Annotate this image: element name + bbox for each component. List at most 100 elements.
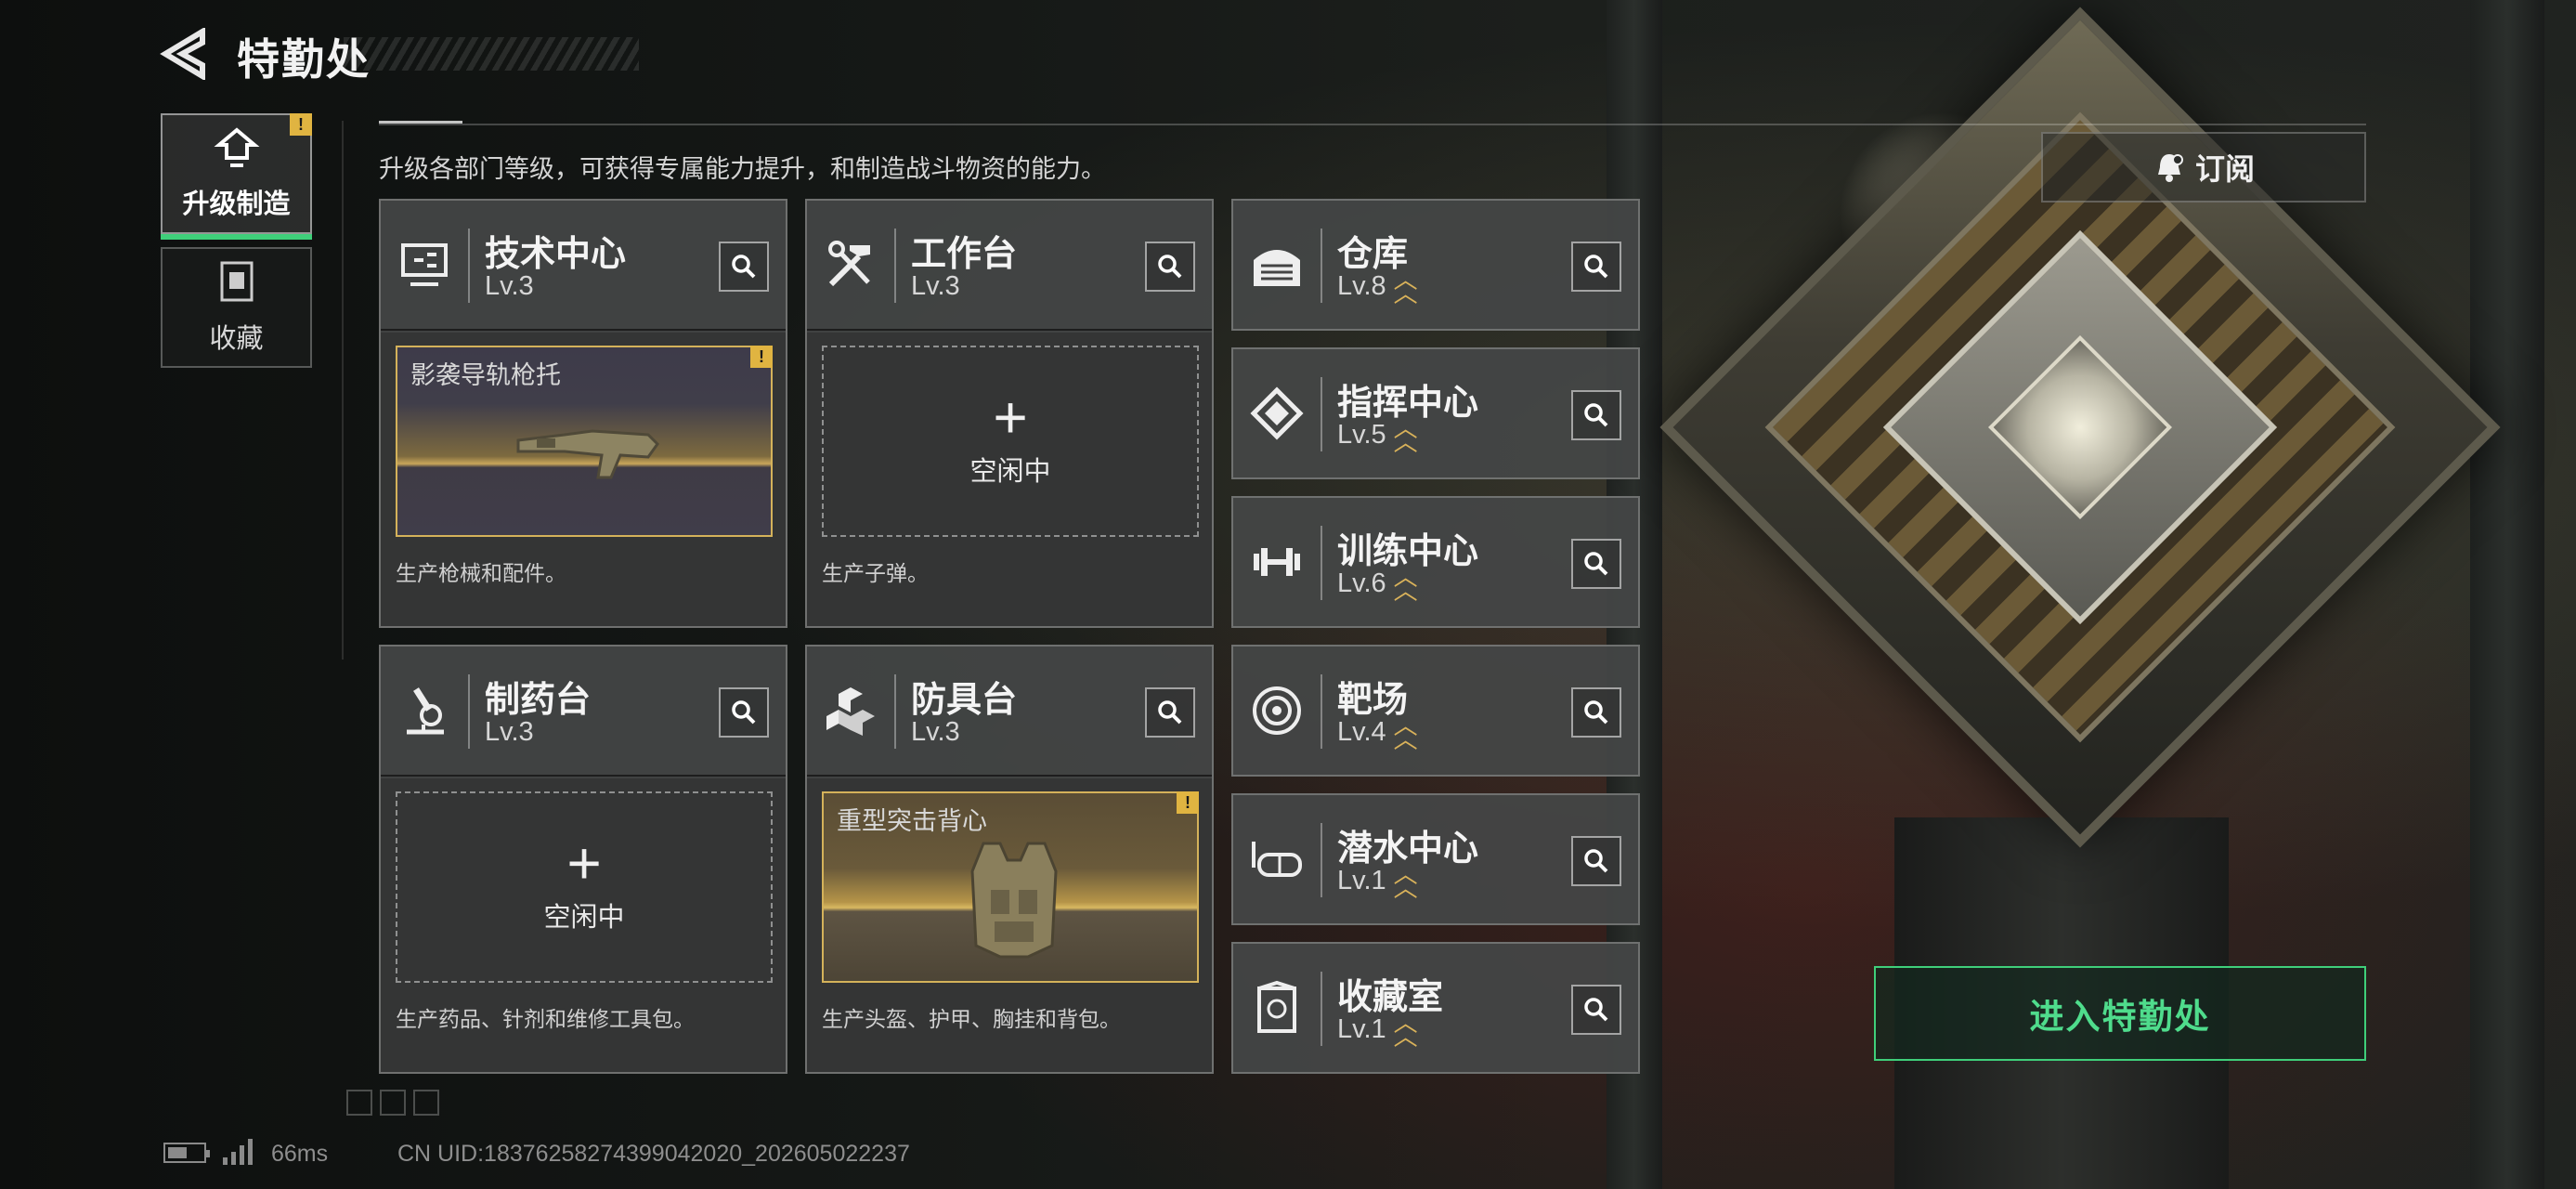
facility-card-pharmacy[interactable]: 制药台 Lv.3 + 空闲中 生产药品、针剂和维修工具包。 bbox=[379, 645, 787, 1074]
nav-upgrade-craft[interactable]: 升级制造 ! bbox=[161, 113, 312, 240]
facility-description: 生产头盔、护甲、胸挂和背包。 bbox=[822, 1007, 1121, 1031]
chip-icon bbox=[1250, 386, 1304, 440]
tactical-vest-icon bbox=[970, 842, 1058, 959]
inspect-button[interactable] bbox=[1145, 687, 1195, 738]
facility-level: Lv.8 ︿ ︿ bbox=[1337, 266, 1418, 307]
user-uid: CN UID:1837625827439904202​0_20260502223… bbox=[397, 1141, 910, 1167]
search-icon bbox=[1584, 998, 1608, 1022]
add-icon: + bbox=[993, 384, 1028, 451]
battery-icon bbox=[163, 1143, 210, 1163]
facility-name: 制药台 bbox=[485, 681, 592, 720]
facility-level: Lv.5 ︿ ︿ bbox=[1337, 414, 1418, 456]
facility-name: 技术中心 bbox=[485, 235, 627, 274]
facility-level: Lv.4 ︿ ︿ bbox=[1337, 712, 1418, 753]
target-icon bbox=[1253, 686, 1301, 735]
facility-card-range[interactable]: 靶场 Lv.4 ︿ ︿ bbox=[1231, 645, 1640, 777]
search-icon bbox=[1158, 700, 1182, 725]
facility-level: Lv.1 ︿ ︿ bbox=[1337, 1009, 1418, 1051]
production-slot-area: 影袭导轨枪托 ! 生产枪械和配件。 bbox=[381, 333, 786, 626]
production-slot-empty[interactable]: + 空闲中 bbox=[396, 791, 773, 983]
nav-collection[interactable]: 收藏 bbox=[161, 247, 312, 368]
search-icon bbox=[1584, 255, 1608, 279]
slot-idle-label: 空闲中 bbox=[969, 456, 1051, 487]
upgrade-available-icon: ︿ ︿ bbox=[1393, 266, 1418, 307]
facility-level: Lv.3 bbox=[911, 717, 960, 747]
production-slot-area: 重型突击背心 ! 生产头盔、护甲、胸挂和背包。 bbox=[807, 778, 1212, 1072]
back-arrow-icon[interactable] bbox=[160, 28, 208, 80]
slot-alert-badge: ! bbox=[1177, 791, 1199, 814]
trophy-case-icon bbox=[1257, 980, 1296, 1033]
production-slot-item[interactable]: 重型突击背心 bbox=[822, 791, 1199, 983]
nav-divider bbox=[342, 121, 344, 660]
facility-header: 技术中心 Lv.3 bbox=[381, 201, 786, 331]
enter-special-ops-button[interactable]: 进入特勤处 bbox=[1874, 966, 2366, 1061]
upgrade-available-icon: ︿ ︿ bbox=[1393, 712, 1418, 753]
upgrade-available-icon: ︿ ︿ bbox=[1393, 1009, 1418, 1051]
upgrade-available-icon: ︿ ︿ bbox=[1393, 414, 1418, 456]
inspect-button[interactable] bbox=[1571, 687, 1621, 738]
inspect-button[interactable] bbox=[1571, 836, 1621, 886]
rifle-stock-icon bbox=[516, 429, 659, 479]
search-icon bbox=[1584, 403, 1608, 427]
upgrade-available-icon: ︿ ︿ bbox=[1393, 860, 1418, 902]
inspect-button[interactable] bbox=[1571, 985, 1621, 1035]
facility-level: Lv.6 ︿ ︿ bbox=[1337, 563, 1418, 605]
inspect-button[interactable] bbox=[1571, 390, 1621, 440]
facility-level: Lv.3 bbox=[485, 271, 534, 301]
facility-header: 制药台 Lv.3 bbox=[381, 647, 786, 777]
search-icon bbox=[732, 700, 756, 725]
upgrade-icon bbox=[214, 127, 259, 167]
header-divider-accent bbox=[379, 121, 462, 124]
inspect-button[interactable] bbox=[1571, 539, 1621, 589]
inspect-button[interactable] bbox=[719, 242, 769, 292]
facility-card-armor-bench[interactable]: 防具台 Lv.3 重型突击背心 ! 生产头盔、护甲、胸挂和背包。 bbox=[805, 645, 1214, 1074]
facility-card-collection-room[interactable]: 收藏室 Lv.1 ︿ ︿ bbox=[1231, 942, 1640, 1074]
production-slot-area: + 空闲中 生产药品、针剂和维修工具包。 bbox=[381, 778, 786, 1072]
page-description: 升级各部门等级，可获得专属能力提升，和制造战斗物资的能力。 bbox=[379, 155, 1106, 183]
add-icon: + bbox=[566, 830, 602, 897]
facility-level: Lv.3 bbox=[911, 271, 960, 301]
facility-card-warehouse[interactable]: 仓库 Lv.8 ︿ ︿ bbox=[1231, 199, 1640, 331]
search-icon bbox=[1584, 700, 1608, 725]
facility-level: Lv.1 ︿ ︿ bbox=[1337, 860, 1418, 902]
facility-header: 工作台 Lv.3 bbox=[807, 201, 1212, 331]
production-slot-area: + 空闲中 生产子弹。 bbox=[807, 333, 1212, 626]
microscope-icon bbox=[407, 687, 444, 735]
nav-upgrade-craft-label: 升级制造 bbox=[182, 189, 291, 219]
facility-card-workbench[interactable]: 工作台 Lv.3 + 空闲中 生产子弹。 bbox=[805, 199, 1214, 628]
nav-alert-badge: ! bbox=[290, 113, 312, 136]
collection-icon bbox=[220, 261, 253, 302]
slot-alert-badge: ! bbox=[750, 346, 773, 368]
search-icon bbox=[1158, 255, 1182, 279]
nav-collection-label: 收藏 bbox=[209, 324, 264, 354]
facility-level: Lv.3 bbox=[485, 717, 534, 747]
facility-description: 生产枪械和配件。 bbox=[396, 561, 566, 585]
subscribe-label: 订阅 bbox=[2194, 152, 2255, 186]
monitor-tools-icon bbox=[401, 243, 448, 286]
diving-mask-icon bbox=[1252, 842, 1302, 877]
facility-card-diving[interactable]: 潜水中心 Lv.1 ︿ ︿ bbox=[1231, 793, 1640, 925]
facility-header: 防具台 Lv.3 bbox=[807, 647, 1212, 777]
facility-card-tech-center[interactable]: 技术中心 Lv.3 影袭导轨枪托 ! 生产枪械和配件。 bbox=[379, 199, 787, 628]
inspect-button[interactable] bbox=[719, 687, 769, 738]
production-slot-item[interactable]: 影袭导轨枪托 bbox=[396, 346, 773, 537]
ping-value: 66ms bbox=[271, 1141, 329, 1167]
upgrade-available-icon: ︿ ︿ bbox=[1393, 563, 1418, 605]
slot-idle-label: 空闲中 bbox=[543, 902, 625, 933]
search-icon bbox=[1584, 849, 1608, 873]
inspect-button[interactable] bbox=[1571, 242, 1621, 292]
slot-item-name: 重型突击背心 bbox=[837, 807, 987, 835]
facility-description: 生产药品、针剂和维修工具包。 bbox=[396, 1007, 695, 1031]
facility-description: 生产子弹。 bbox=[822, 561, 929, 585]
subscribe-button[interactable]: 订阅 bbox=[2041, 132, 2366, 203]
enter-label: 进入特勤处 bbox=[2029, 998, 2211, 1036]
facility-card-command[interactable]: 指挥中心 Lv.5 ︿ ︿ bbox=[1231, 347, 1640, 479]
hammer-wrench-icon bbox=[828, 241, 870, 287]
search-icon bbox=[732, 255, 756, 279]
inspect-button[interactable] bbox=[1145, 242, 1195, 292]
facility-name: 收藏室 bbox=[1337, 978, 1444, 1017]
facility-card-training[interactable]: 训练中心 Lv.6 ︿ ︿ bbox=[1231, 496, 1640, 628]
facility-name: 防具台 bbox=[911, 681, 1018, 720]
armor-blocks-icon bbox=[826, 687, 875, 736]
production-slot-empty[interactable]: + 空闲中 bbox=[822, 346, 1199, 537]
